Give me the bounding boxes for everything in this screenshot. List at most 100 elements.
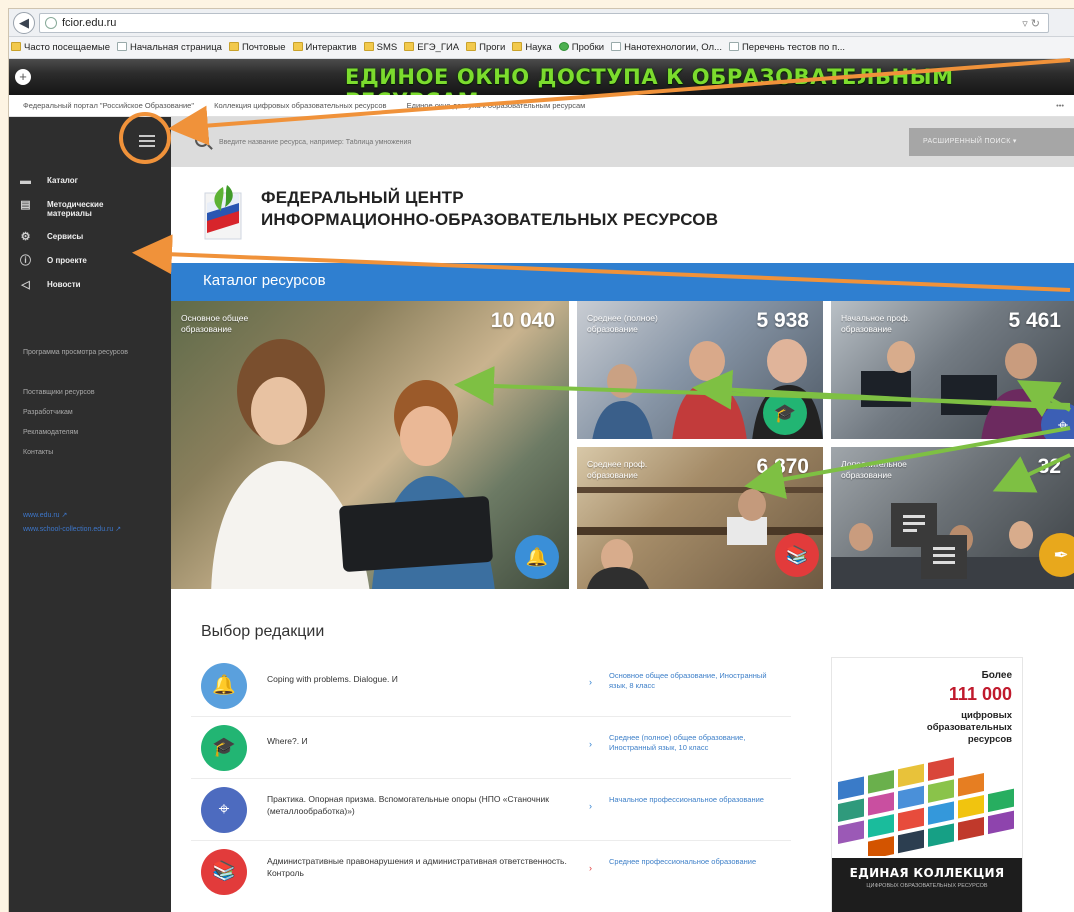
sidebar-link-suppliers[interactable]: Поставщики ресурсов bbox=[23, 389, 153, 396]
bookmark-item[interactable]: ЕГЭ_ГИА bbox=[404, 37, 460, 58]
ad-tiles-graphic bbox=[838, 757, 1014, 856]
reload-icon[interactable]: ▿ ↻ bbox=[1022, 15, 1040, 33]
tile-label: Дополнительное образование bbox=[841, 459, 907, 480]
tile-label: Среднее проф. образование bbox=[587, 459, 648, 480]
editor-row[interactable]: ⌖ Практика. Опорная призма. Вспомогатель… bbox=[191, 779, 791, 841]
site-banner: + ЕДИНОЕ ОКНО ДОСТУПА К ОБРАЗОВАТЕЛЬНЫМ … bbox=[9, 59, 1074, 113]
bookmark-label: Проги bbox=[479, 42, 506, 53]
bookmark-label: ЕГЭ_ГИА bbox=[417, 42, 460, 53]
editor-row[interactable]: 🔔 Coping with problems. Dialogue. И › Ос… bbox=[191, 655, 791, 717]
bookmark-item[interactable]: Перечень тестов по п... bbox=[728, 37, 845, 58]
external-link-icon: ↗ bbox=[115, 526, 122, 533]
portal-link[interactable]: Коллекция цифровых образовательных ресур… bbox=[214, 95, 386, 116]
compass-icon: ⌖ bbox=[201, 787, 247, 833]
external-link-icon: ↗ bbox=[61, 512, 68, 519]
bookmark-label: Пробки bbox=[571, 42, 605, 53]
catalog-header: Каталог ресурсов bbox=[171, 263, 1074, 301]
search-input[interactable] bbox=[219, 131, 819, 153]
editor-row[interactable]: 📚 Административные правонарушения и адми… bbox=[191, 841, 791, 903]
tile-count: 6 870 bbox=[756, 455, 809, 478]
url-field[interactable]: fcior.edu.ru ▿ ↻ bbox=[39, 13, 1049, 33]
sidebar-item-label: Новости bbox=[47, 280, 81, 289]
editor-row-title: Практика. Опорная призма. Вспомогательны… bbox=[267, 794, 550, 816]
catalog-tile-basic[interactable]: Основное общее образование 10 040 🔔 bbox=[171, 301, 569, 589]
catalog-tile-primary-prof[interactable]: Начальное проф. образование 5 461 ⌖ bbox=[831, 301, 1074, 439]
menu-icon[interactable] bbox=[921, 535, 967, 579]
external-link-collection[interactable]: www.school-collection.edu.ru ↗ bbox=[23, 525, 121, 533]
tile-label: Среднее (полное) образование bbox=[587, 313, 658, 334]
tile-count: 5 938 bbox=[756, 309, 809, 332]
menu-toggle-icon[interactable] bbox=[139, 135, 155, 147]
bookmark-label: SMS bbox=[376, 42, 398, 53]
ad-count: 111 000 bbox=[948, 684, 1012, 704]
ad-collection-banner: ЕДИНАЯ КОЛЛЕКЦИЯ ЦИФРОВЫХ ОБРАЗОВАТЕЛЬНЫ… bbox=[832, 858, 1022, 912]
catalog-title: Каталог ресурсов bbox=[203, 272, 326, 289]
sidebar-link-developers[interactable]: Разработчикам bbox=[23, 409, 153, 416]
bookmark-label: Почтовые bbox=[241, 42, 286, 53]
search-bar: РАСШИРЕННЫЙ ПОИСК ▾ bbox=[171, 117, 1074, 167]
editor-row-title: Coping with problems. Dialogue. И bbox=[267, 674, 398, 684]
bookmark-item[interactable]: Интерактив bbox=[292, 37, 357, 58]
search-icon[interactable] bbox=[195, 133, 209, 147]
bookmark-item[interactable]: Часто посещаемые bbox=[11, 37, 111, 58]
catalog-tile-secondary-full[interactable]: Среднее (полное) образование 5 938 🎓 bbox=[577, 301, 823, 439]
sidebar-link-viewer[interactable]: Программа просмотра ресурсов bbox=[23, 349, 153, 356]
sidebar-item-label: О проекте bbox=[47, 256, 87, 265]
catalog-tile-secondary-prof[interactable]: Среднее проф. образование 6 870 📚 bbox=[577, 447, 823, 589]
external-link-label: www.edu.ru bbox=[23, 512, 60, 519]
editor-row-title: Where?. И bbox=[267, 736, 308, 746]
sidebar-link-contacts[interactable]: Контакты bbox=[23, 449, 153, 456]
page-icon bbox=[611, 42, 622, 51]
editor-row-category[interactable]: Среднее (полное) общее образование, Инос… bbox=[609, 733, 779, 753]
editor-row-title: Административные правонарушения и админи… bbox=[267, 856, 567, 878]
tile-label: Основное общее образование bbox=[181, 313, 249, 334]
add-icon[interactable]: + bbox=[15, 69, 31, 85]
tile-count: 5 461 bbox=[1008, 309, 1061, 332]
folder-icon: ▬ bbox=[20, 175, 31, 187]
books-icon: 📚 bbox=[775, 533, 819, 577]
bell-icon: 🔔 bbox=[201, 663, 247, 709]
bookmark-item[interactable]: Проги bbox=[466, 37, 506, 58]
editor-row-category[interactable]: Среднее профессиональное образование bbox=[609, 857, 779, 867]
bookmark-item[interactable]: Пробки bbox=[558, 37, 605, 58]
folder-icon bbox=[363, 42, 374, 51]
ad-description: цифровых образовательных ресурсов bbox=[926, 710, 1012, 745]
sidebar-link-advertisers[interactable]: Рекламодателям bbox=[23, 429, 153, 436]
bell-icon: 🔔 bbox=[515, 535, 559, 579]
bookmark-item[interactable]: Почтовые bbox=[228, 37, 286, 58]
bookmark-label: Наука bbox=[525, 42, 552, 53]
ad-more: Более bbox=[981, 670, 1012, 681]
bookmark-item[interactable]: Наука bbox=[512, 37, 552, 58]
editor-row-category[interactable]: Основное общее образование, Иностранный … bbox=[609, 671, 779, 691]
address-bar-row: ◀ fcior.edu.ru ▿ ↻ bbox=[9, 9, 1074, 37]
folder-icon bbox=[466, 42, 477, 51]
folder-icon bbox=[404, 42, 415, 51]
external-link-label: www.school-collection.edu.ru bbox=[23, 526, 114, 533]
editor-row[interactable]: 🎓 Where?. И › Среднее (полное) общее обр… bbox=[191, 717, 791, 779]
url-text: fcior.edu.ru bbox=[62, 17, 117, 29]
site-title: ФЕДЕРАЛЬНЫЙ ЦЕНТР ИНФОРМАЦИОННО-ОБРАЗОВА… bbox=[261, 187, 718, 231]
editor-row-category[interactable]: Начальное профессиональное образование bbox=[609, 795, 779, 805]
bookmark-item[interactable]: SMS bbox=[363, 37, 398, 58]
globe-icon bbox=[45, 17, 57, 29]
external-link-edu[interactable]: www.edu.ru ↗ bbox=[23, 511, 67, 519]
books-icon: ▤ bbox=[20, 199, 31, 211]
tile-count: 32 bbox=[1037, 455, 1061, 478]
portal-link[interactable]: Федеральный портал "Российское Образован… bbox=[23, 95, 194, 116]
chevron-right-icon: › bbox=[589, 677, 592, 687]
megaphone-icon: ◁ bbox=[21, 279, 30, 291]
page-icon bbox=[728, 42, 739, 51]
bookmark-label: Начальная страница bbox=[130, 42, 222, 53]
site-title-line1: ФЕДЕРАЛЬНЫЙ ЦЕНТР bbox=[261, 188, 464, 207]
bookmarks-bar: Часто посещаемые Начальная страница Почтов… bbox=[9, 37, 1074, 59]
more-icon[interactable]: ••• bbox=[1056, 95, 1064, 116]
tile-label: Начальное проф. образование bbox=[841, 313, 911, 334]
bookmark-label: Часто посещаемые bbox=[24, 42, 111, 53]
back-arrow-icon[interactable]: ◀ bbox=[13, 12, 35, 34]
folder-icon bbox=[512, 42, 523, 51]
advanced-search-button[interactable]: РАСШИРЕННЫЙ ПОИСК ▾ bbox=[909, 128, 1074, 156]
bookmark-item[interactable]: Начальная страница bbox=[117, 37, 222, 58]
bookmark-item[interactable]: Нанотехнологии, Ол... bbox=[611, 37, 722, 58]
portal-link[interactable]: Единое окно доступа к образовательным ре… bbox=[407, 95, 586, 116]
collection-ad[interactable]: Более 111 000 цифровых образовательных р… bbox=[831, 657, 1023, 912]
